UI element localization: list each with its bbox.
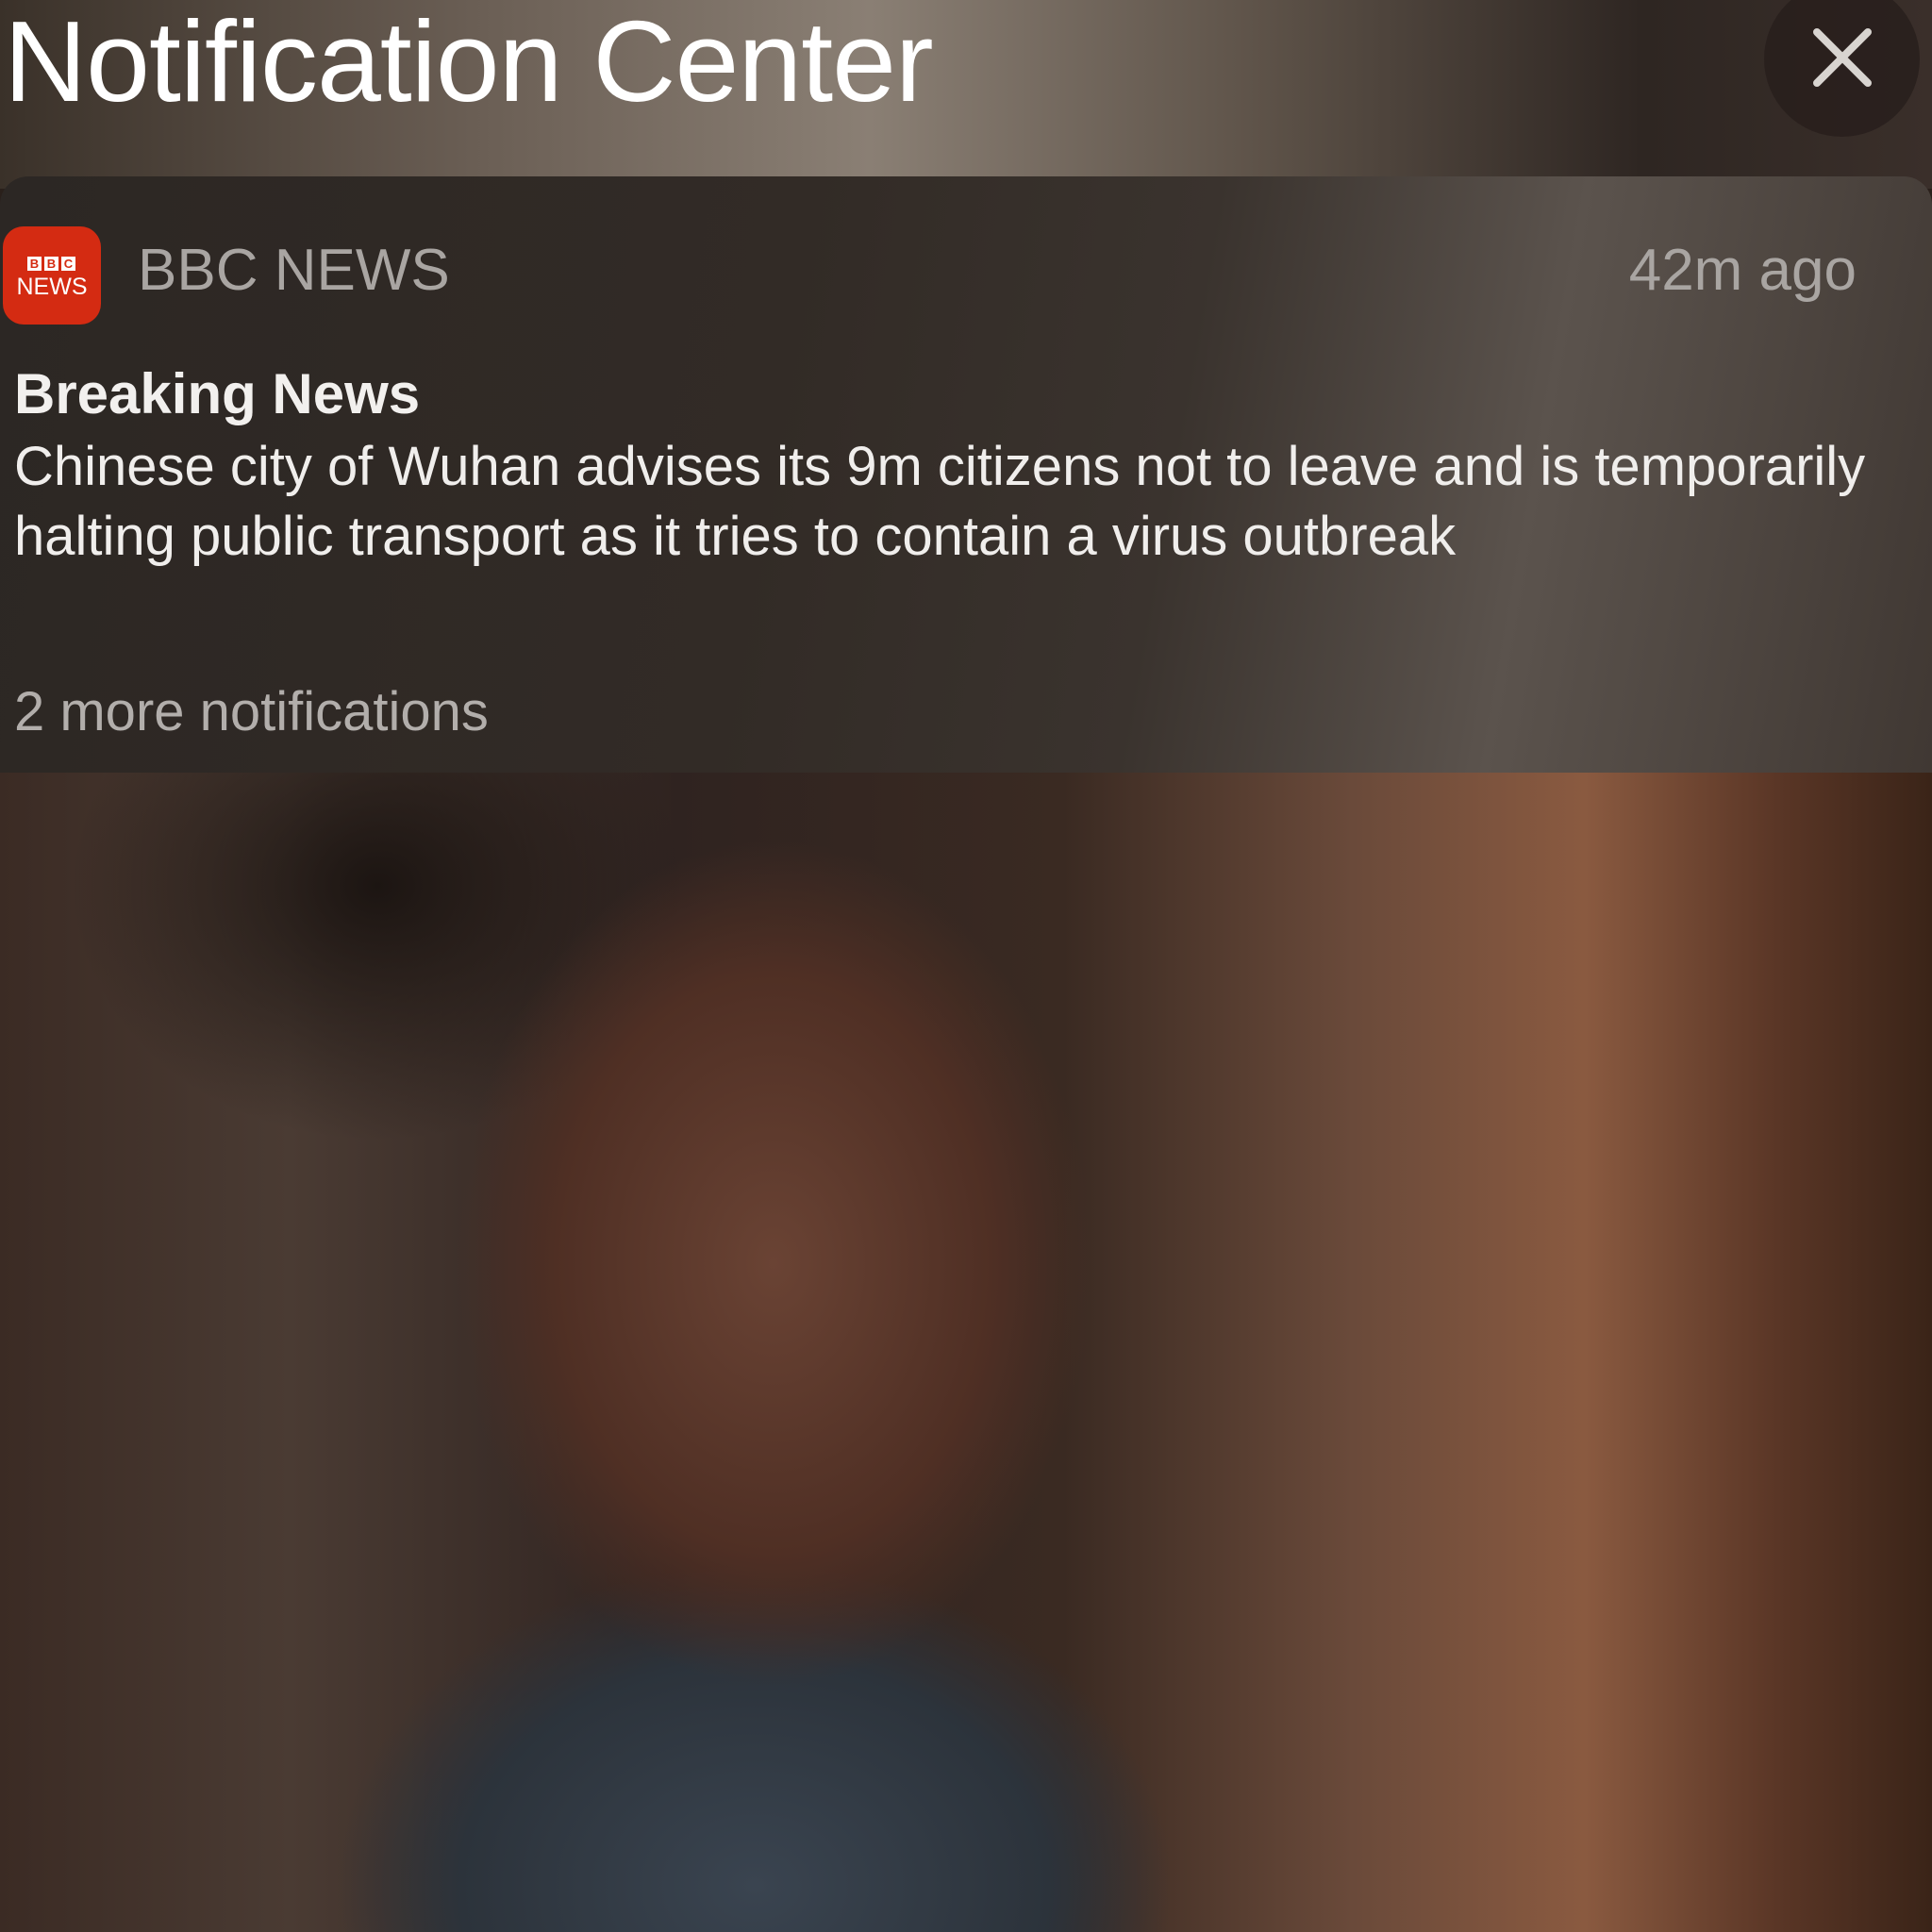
notification-headline: Breaking News xyxy=(14,362,421,425)
logo-letter: B xyxy=(44,257,58,271)
timestamp: 42m ago xyxy=(1628,238,1857,303)
app-name: BBC NEWS xyxy=(138,238,450,303)
meme-photo xyxy=(0,773,1932,1932)
logo-letter: B xyxy=(27,257,42,271)
bbc-news-app-icon: BBC NEWS xyxy=(3,226,101,325)
logo-letter: C xyxy=(61,257,75,271)
close-icon xyxy=(1813,28,1872,87)
more-notifications-link[interactable]: 2 more notifications xyxy=(14,679,489,745)
logo-subtitle: NEWS xyxy=(16,274,88,300)
page-title: Notification Center xyxy=(4,0,934,125)
notification-body: Chinese city of Wuhan advises its 9m cit… xyxy=(14,436,1866,567)
